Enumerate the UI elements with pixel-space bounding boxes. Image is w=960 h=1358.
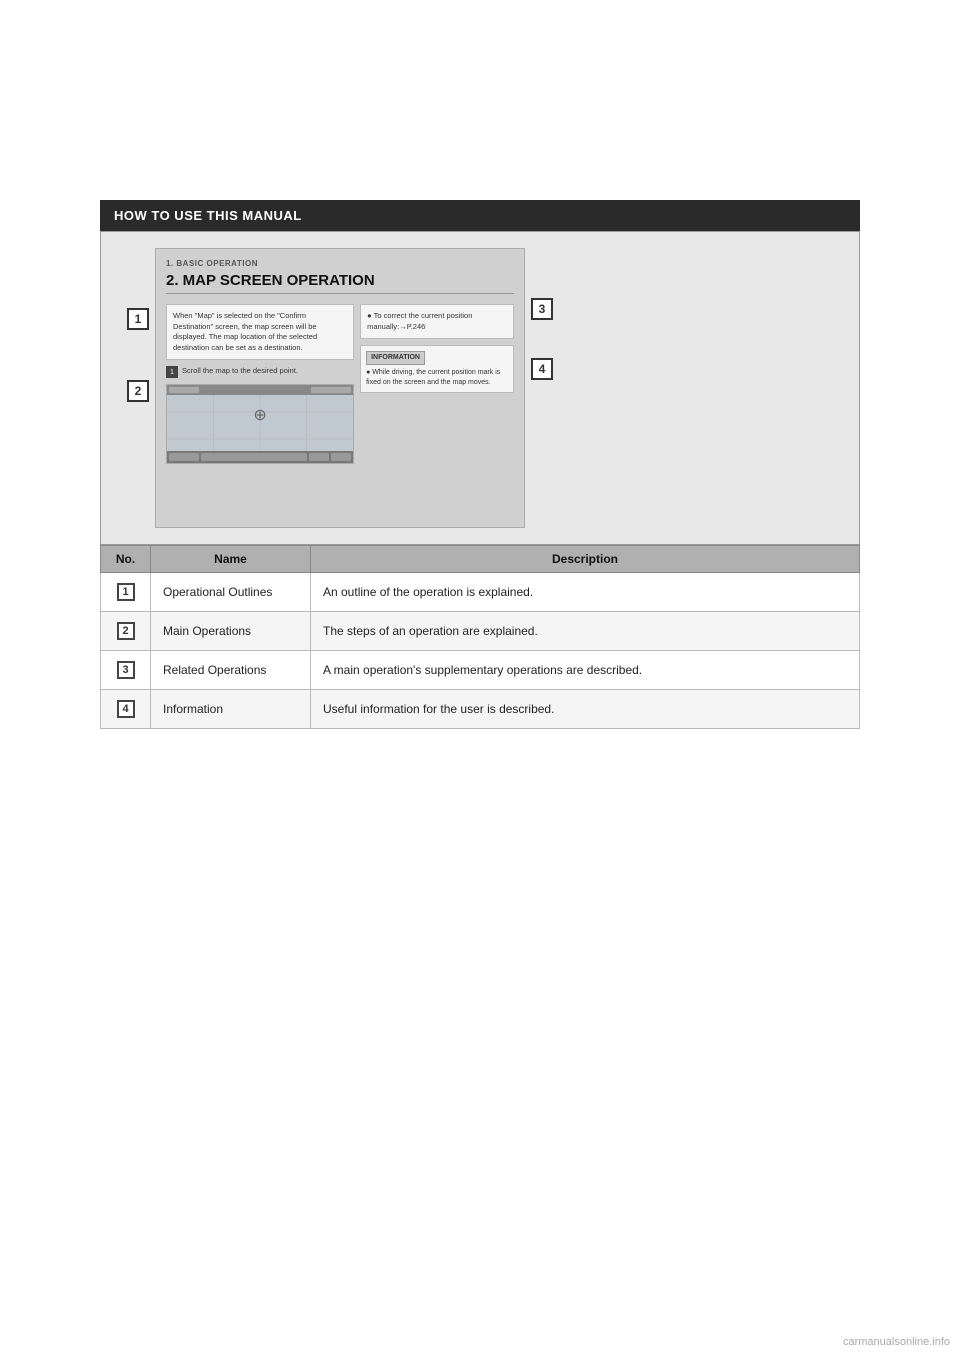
cell-no-4: 4 <box>101 690 151 729</box>
table-header-row: No. Name Description <box>101 546 860 573</box>
content-area: HOW TO USE THIS MANUAL 1 2 1. BASIC OPER… <box>100 200 860 729</box>
manual-section-label: 1. BASIC OPERATION <box>166 259 514 268</box>
table-row: 2 Main OperationsThe steps of an operatio… <box>101 612 860 651</box>
section-header: HOW TO USE THIS MANUAL <box>100 200 860 231</box>
manual-step-1: 1 Scroll the map to the desired point. <box>166 366 354 378</box>
cell-desc-3: A main operation's supplementary operati… <box>311 651 860 690</box>
right-callout-col: 3 4 <box>525 248 559 380</box>
watermark: carmanualsonline.info <box>843 1336 950 1348</box>
map-toolbar <box>167 451 353 463</box>
col-header-name: Name <box>151 546 311 573</box>
col-header-description: Description <box>311 546 860 573</box>
manual-map-img: ⊕ <box>166 384 354 464</box>
manual-page: 1. BASIC OPERATION 2. MAP SCREEN OPERATI… <box>155 248 525 528</box>
num-badge-4: 4 <box>117 700 135 718</box>
manual-title: 2. MAP SCREEN OPERATION <box>166 272 514 294</box>
cell-name-4: Information <box>151 690 311 729</box>
num-badge-2: 2 <box>117 622 135 640</box>
cell-desc-2: The steps of an operation are explained. <box>311 612 860 651</box>
cell-desc-4: Useful information for the user is descr… <box>311 690 860 729</box>
cell-no-1: 1 <box>101 573 151 612</box>
map-btn-2 <box>201 453 307 461</box>
callout-3: 3 <box>531 298 553 320</box>
cell-no-2: 2 <box>101 612 151 651</box>
manual-right-col: ● To correct the current position manual… <box>360 304 514 464</box>
illustration-container: 1 2 1. BASIC OPERATION 2. MAP SCREEN OPE… <box>100 231 860 545</box>
map-btn-3 <box>309 453 329 461</box>
callout-2: 2 <box>127 380 149 402</box>
options-btn <box>169 387 199 393</box>
map-marker: ⊕ <box>253 405 266 425</box>
info-table: No. Name Description 1 Operational Outlin… <box>100 545 860 729</box>
step-num-1: 1 <box>166 366 178 378</box>
col-header-no: No. <box>101 546 151 573</box>
callout-4: 4 <box>531 358 553 380</box>
manual-text-box-1: When "Map" is selected on the "Confirm D… <box>166 304 354 360</box>
num-badge-1: 1 <box>117 583 135 601</box>
manual-left-col: When "Map" is selected on the "Confirm D… <box>166 304 354 464</box>
cell-no-3: 3 <box>101 651 151 690</box>
map-btn-1 <box>169 453 199 461</box>
info-box-text: ● While driving, the current position ma… <box>366 368 508 388</box>
cell-desc-1: An outline of the operation is explained… <box>311 573 860 612</box>
table-row: 1 Operational OutlinesAn outline of the o… <box>101 573 860 612</box>
info-box: INFORMATION ● While driving, the current… <box>360 345 514 393</box>
step-text-1: Scroll the map to the desired point. <box>182 366 298 377</box>
left-callout-col: 1 2 <box>121 248 155 402</box>
cell-name-2: Main Operations <box>151 612 311 651</box>
map-top-toolbar <box>167 385 353 395</box>
cell-name-1: Operational Outlines <box>151 573 311 612</box>
manual-content-area: When "Map" is selected on the "Confirm D… <box>166 304 514 464</box>
cell-name-3: Related Operations <box>151 651 311 690</box>
callout-1: 1 <box>127 308 149 330</box>
map-btn-4 <box>331 453 351 461</box>
manual-right-text-box: ● To correct the current position manual… <box>360 304 514 339</box>
section-header-text: HOW TO USE THIS MANUAL <box>114 208 302 223</box>
table-row: 4 InformationUseful information for the u… <box>101 690 860 729</box>
num-badge-3: 3 <box>117 661 135 679</box>
info-label: INFORMATION <box>366 351 425 365</box>
signal-indicator <box>311 387 351 393</box>
table-row: 3 Related OperationsA main operation's su… <box>101 651 860 690</box>
